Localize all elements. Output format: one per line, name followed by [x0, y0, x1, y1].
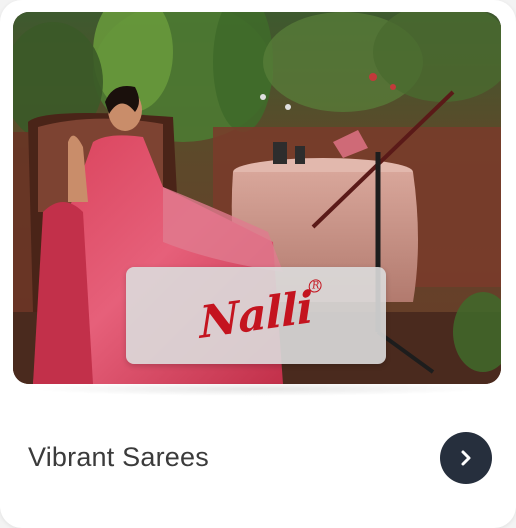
hero-image[interactable]: Nalli R: [13, 12, 501, 384]
chevron-right-icon: [461, 450, 471, 466]
brand-logo-text: Nalli: [198, 281, 314, 349]
category-title: Vibrant Sarees: [28, 442, 209, 472]
brand-logo-panel: Nalli R: [126, 267, 386, 364]
next-button[interactable]: [440, 432, 492, 484]
hero-shadow: [30, 382, 486, 396]
nalli-logo: Nalli R: [199, 278, 323, 349]
product-category-card[interactable]: Nalli R Vibrant Sarees: [0, 0, 516, 528]
registered-mark: R: [308, 278, 323, 293]
